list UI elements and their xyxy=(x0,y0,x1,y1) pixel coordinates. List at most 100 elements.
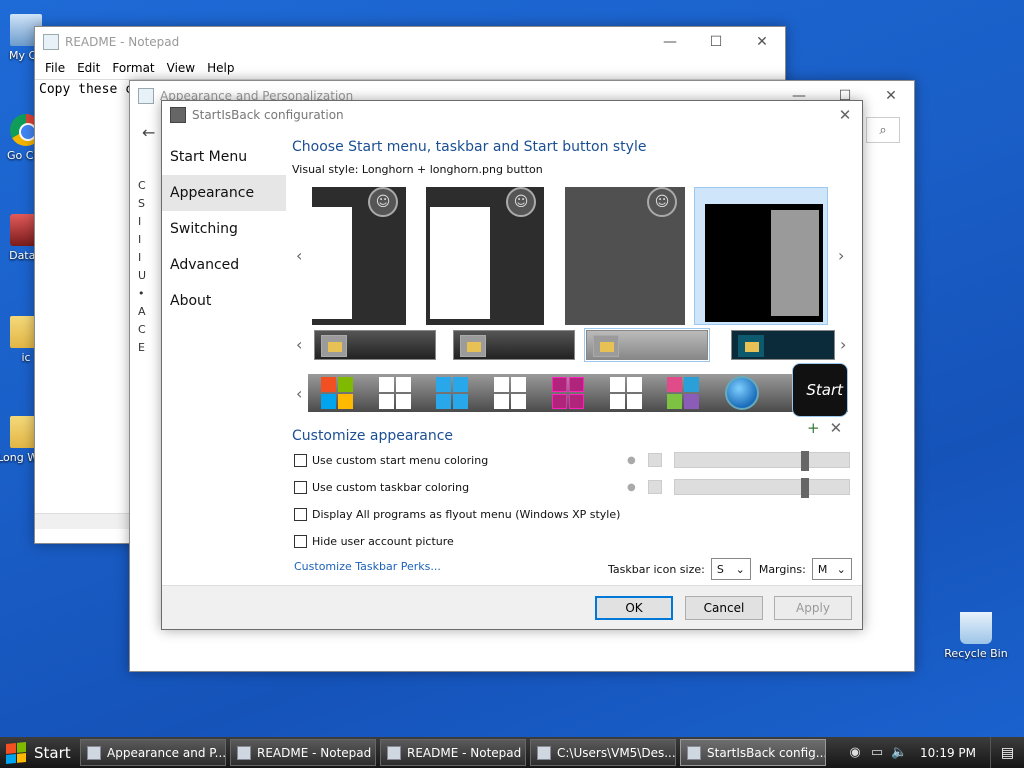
windows-logo-magenta-icon[interactable] xyxy=(551,377,584,409)
icon-size-value: S xyxy=(716,562,724,576)
startisback-icon xyxy=(170,107,186,123)
windows-logo-mixed-icon[interactable] xyxy=(667,377,700,409)
windows-logo-color-icon[interactable] xyxy=(320,377,353,409)
taskbar-style-3-selected[interactable] xyxy=(584,328,710,362)
start-menu-style-4-selected[interactable] xyxy=(694,187,828,325)
network-icon[interactable]: ▭ xyxy=(869,745,885,761)
nav-advanced[interactable]: Advanced xyxy=(162,247,286,283)
windows-logo-white-icon[interactable] xyxy=(609,377,642,409)
checkbox-box[interactable] xyxy=(294,454,307,467)
chevron-down-icon: ⌄ xyxy=(836,562,846,576)
menu-view[interactable]: View xyxy=(161,61,201,75)
maximize-button[interactable]: ☐ xyxy=(693,27,739,57)
close-button[interactable]: ✕ xyxy=(739,27,785,57)
chevron-down-icon: ⌄ xyxy=(735,562,745,576)
taskbar-style-2[interactable] xyxy=(453,330,575,360)
icon-size-select[interactable]: S ⌄ xyxy=(710,558,751,580)
nav-about[interactable]: About xyxy=(162,283,286,319)
apply-button[interactable]: Apply xyxy=(774,596,852,620)
chevron-left-icon[interactable]: ‹ xyxy=(296,335,302,354)
left-text: I xyxy=(138,215,142,228)
chevron-left-icon[interactable]: ‹ xyxy=(296,246,302,265)
start-button[interactable]: Start xyxy=(0,737,80,768)
checkbox-flyout-all-programs[interactable]: Display All programs as flyout menu (Win… xyxy=(294,508,620,521)
slider-knob[interactable] xyxy=(801,451,809,471)
nav-start-menu[interactable]: Start Menu xyxy=(162,139,286,175)
nav-switching[interactable]: Switching xyxy=(162,211,286,247)
back-arrow-icon[interactable]: ← xyxy=(142,123,155,142)
clock[interactable]: 10:19 PM xyxy=(920,746,976,760)
windows-logo-blue-icon[interactable] xyxy=(436,377,469,409)
chevron-right-icon[interactable]: › xyxy=(840,335,846,354)
checkbox-box[interactable] xyxy=(294,481,307,494)
menu-help[interactable]: Help xyxy=(201,61,240,75)
checkbox-label: Use custom start menu coloring xyxy=(312,454,489,467)
task-7zip-folder[interactable]: C:\Users\VM5\Des... xyxy=(530,739,676,766)
startisback-dialog[interactable]: StartIsBack configuration ✕ Start Menu A… xyxy=(161,100,863,630)
notepad-menubar: File Edit Format View Help xyxy=(35,57,785,79)
nav-appearance[interactable]: Appearance xyxy=(162,175,286,211)
taskbar-color-slider[interactable] xyxy=(674,478,850,498)
ok-button[interactable]: OK xyxy=(595,596,673,620)
task-notepad-2[interactable]: README - Notepad xyxy=(380,739,526,766)
slider-knob[interactable] xyxy=(801,478,809,498)
style-heading: Choose Start menu, taskbar and Start but… xyxy=(292,139,647,155)
volume-icon[interactable]: 🔈 xyxy=(891,745,907,761)
taskbar-style-1[interactable] xyxy=(314,330,436,360)
windows-logo-white-icon[interactable] xyxy=(494,377,527,409)
menu-edit[interactable]: Edit xyxy=(71,61,106,75)
windows-logo-white-icon[interactable] xyxy=(378,377,411,409)
task-appearance[interactable]: Appearance and P... xyxy=(80,739,226,766)
folder-icon xyxy=(738,335,764,357)
task-label: README - Notepad xyxy=(407,745,522,760)
start-menu-style-2[interactable]: ☺ xyxy=(426,187,544,325)
checkbox-custom-taskbar-coloring[interactable]: Use custom taskbar coloring xyxy=(294,481,469,494)
cancel-button[interactable]: Cancel xyxy=(685,596,763,620)
chevron-right-icon[interactable]: › xyxy=(838,246,844,265)
notification-icon[interactable]: ▤ xyxy=(990,737,1024,768)
user-avatar-icon: ☺ xyxy=(506,187,536,217)
taskbar-style-4[interactable] xyxy=(731,330,835,360)
menu-format[interactable]: Format xyxy=(106,61,160,75)
checkbox-hide-user-picture[interactable]: Hide user account picture xyxy=(294,535,454,548)
taskbar: Start Appearance and P... README - Notep… xyxy=(0,737,1024,768)
start-menu-color-slider[interactable] xyxy=(674,451,850,471)
settings-nav: Start Menu Appearance Switching Advanced… xyxy=(162,139,286,319)
color-swatch[interactable] xyxy=(648,453,662,467)
start-orb-selected[interactable]: Start xyxy=(792,363,848,417)
start-menu-style-3[interactable]: ☺ xyxy=(565,187,685,325)
color-swatch[interactable] xyxy=(648,480,662,494)
remove-icon[interactable]: ✕ xyxy=(830,419,843,437)
margins-select[interactable]: M ⌄ xyxy=(811,558,852,580)
dialog-title: StartIsBack configuration xyxy=(192,108,344,122)
task-notepad-1[interactable]: README - Notepad xyxy=(230,739,376,766)
checkbox-box[interactable] xyxy=(294,508,307,521)
task-startisback[interactable]: StartIsBack config... xyxy=(680,739,826,766)
start-menu-style-1[interactable]: ☺ xyxy=(312,187,406,325)
dialog-titlebar[interactable]: StartIsBack configuration ✕ xyxy=(162,101,862,129)
checkbox-custom-start-menu-coloring[interactable]: Use custom start menu coloring xyxy=(294,454,488,467)
user-avatar-icon: ☺ xyxy=(368,187,398,217)
system-tray: ◉ ▭ 🔈 10:19 PM ▤ xyxy=(844,737,1024,768)
desktop-icon-recycle-bin[interactable]: Recycle Bin xyxy=(940,612,1012,660)
search-icon[interactable]: ⌕ xyxy=(866,117,900,143)
task-label: Appearance and P... xyxy=(107,745,226,760)
visual-style-line: Visual style: Longhorn + longhorn.png bu… xyxy=(292,163,852,176)
notepad-titlebar[interactable]: README - Notepad — ☐ ✕ xyxy=(35,27,785,57)
notepad-title: README - Notepad xyxy=(65,35,180,49)
menu-file[interactable]: File xyxy=(39,61,71,75)
close-button[interactable]: ✕ xyxy=(828,106,862,124)
checkbox-box[interactable] xyxy=(294,535,307,548)
visual-style-value: Longhorn + longhorn.png button xyxy=(361,163,543,176)
windows-7-orb-icon[interactable] xyxy=(725,376,760,410)
startisback-icon xyxy=(687,745,701,760)
chevron-left-icon[interactable]: ‹ xyxy=(296,384,302,403)
customize-taskbar-perks-link[interactable]: Customize Taskbar Perks... xyxy=(294,560,441,573)
tray-app-icon[interactable]: ◉ xyxy=(847,745,863,761)
minimize-button[interactable]: — xyxy=(647,27,693,57)
margins-label: Margins: xyxy=(758,562,806,576)
left-text: E xyxy=(138,341,145,354)
close-button[interactable]: ✕ xyxy=(868,81,914,111)
plus-icon[interactable]: + xyxy=(807,419,820,437)
folder-icon xyxy=(321,335,347,357)
